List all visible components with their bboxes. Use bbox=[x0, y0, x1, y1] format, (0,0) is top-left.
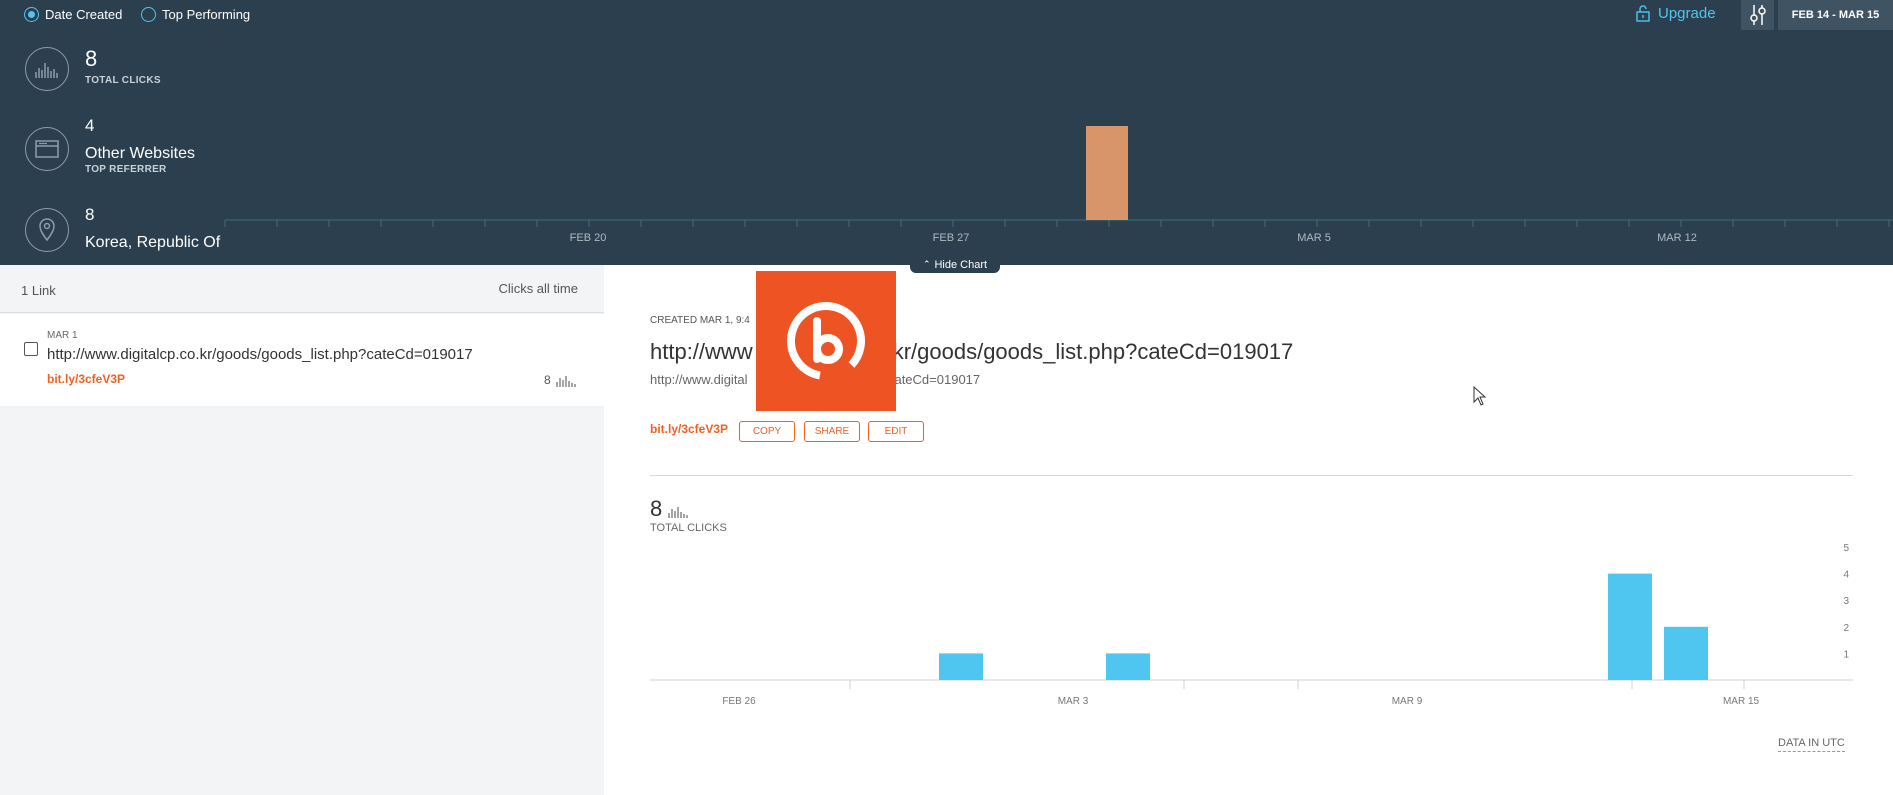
bitly-logo bbox=[756, 271, 896, 411]
x-axis-tick-label: FEB 27 bbox=[933, 232, 970, 244]
x-axis-tick-label: FEB 26 bbox=[722, 696, 756, 707]
y-axis-tick-label: 3 bbox=[1843, 596, 1849, 607]
link-count: 1 Link bbox=[21, 283, 56, 298]
chart-bar bbox=[1106, 653, 1150, 680]
x-axis-tick-label: MAR 3 bbox=[1058, 696, 1089, 707]
x-axis-tick-label: MAR 9 bbox=[1392, 696, 1423, 707]
sort-dropdown[interactable]: Clicks all time bbox=[499, 281, 578, 296]
y-axis-tick-label: 1 bbox=[1843, 649, 1849, 660]
chart-bar bbox=[1664, 626, 1708, 680]
chart-bar bbox=[1086, 126, 1128, 220]
link-short-url[interactable]: bit.ly/3cfeV3P bbox=[47, 372, 125, 386]
y-axis-tick-label: 5 bbox=[1843, 543, 1849, 554]
x-axis-tick-label: MAR 15 bbox=[1723, 696, 1760, 707]
x-axis-tick-label: FEB 20 bbox=[570, 232, 607, 244]
chart-bar bbox=[939, 653, 983, 680]
y-axis-tick-label: 4 bbox=[1843, 570, 1849, 581]
select-link-checkbox[interactable] bbox=[24, 342, 38, 356]
data-utc-label: DATA IN UTC bbox=[1778, 737, 1845, 752]
y-axis-tick-label: 2 bbox=[1843, 623, 1849, 634]
chevron-up-icon: ⌃ bbox=[922, 259, 931, 269]
list-header: 1 Link Clicks all time bbox=[0, 265, 604, 313]
chart-bar bbox=[1608, 573, 1652, 680]
link-click-count-value: 8 bbox=[544, 373, 551, 387]
link-long-url: http://www.digitalcp.co.kr/goods/goods_l… bbox=[47, 346, 473, 363]
analytics-header-panel: Date Created Top Performing Upgrade FEB … bbox=[0, 0, 1893, 265]
links-list-panel: 1 Link Clicks all time MAR 1 http://www.… bbox=[0, 265, 604, 795]
link-date: MAR 1 bbox=[47, 330, 78, 341]
list-item[interactable]: MAR 1 http://www.digitalcp.co.kr/goods/g… bbox=[0, 314, 604, 406]
link-click-count: 8 bbox=[544, 373, 577, 387]
hide-chart-toggle[interactable]: ⌃ Hide Chart bbox=[910, 256, 1000, 273]
mouse-cursor-icon bbox=[1473, 386, 1487, 406]
bar-chart-icon bbox=[556, 376, 576, 387]
top-clicks-chart: FEB 20 FEB 27 MAR 5 MAR 12 bbox=[224, 126, 1893, 244]
hide-chart-label: Hide Chart bbox=[934, 258, 988, 271]
x-axis-tick-label: MAR 5 bbox=[1297, 232, 1331, 244]
x-axis-tick-label: MAR 12 bbox=[1657, 232, 1697, 244]
